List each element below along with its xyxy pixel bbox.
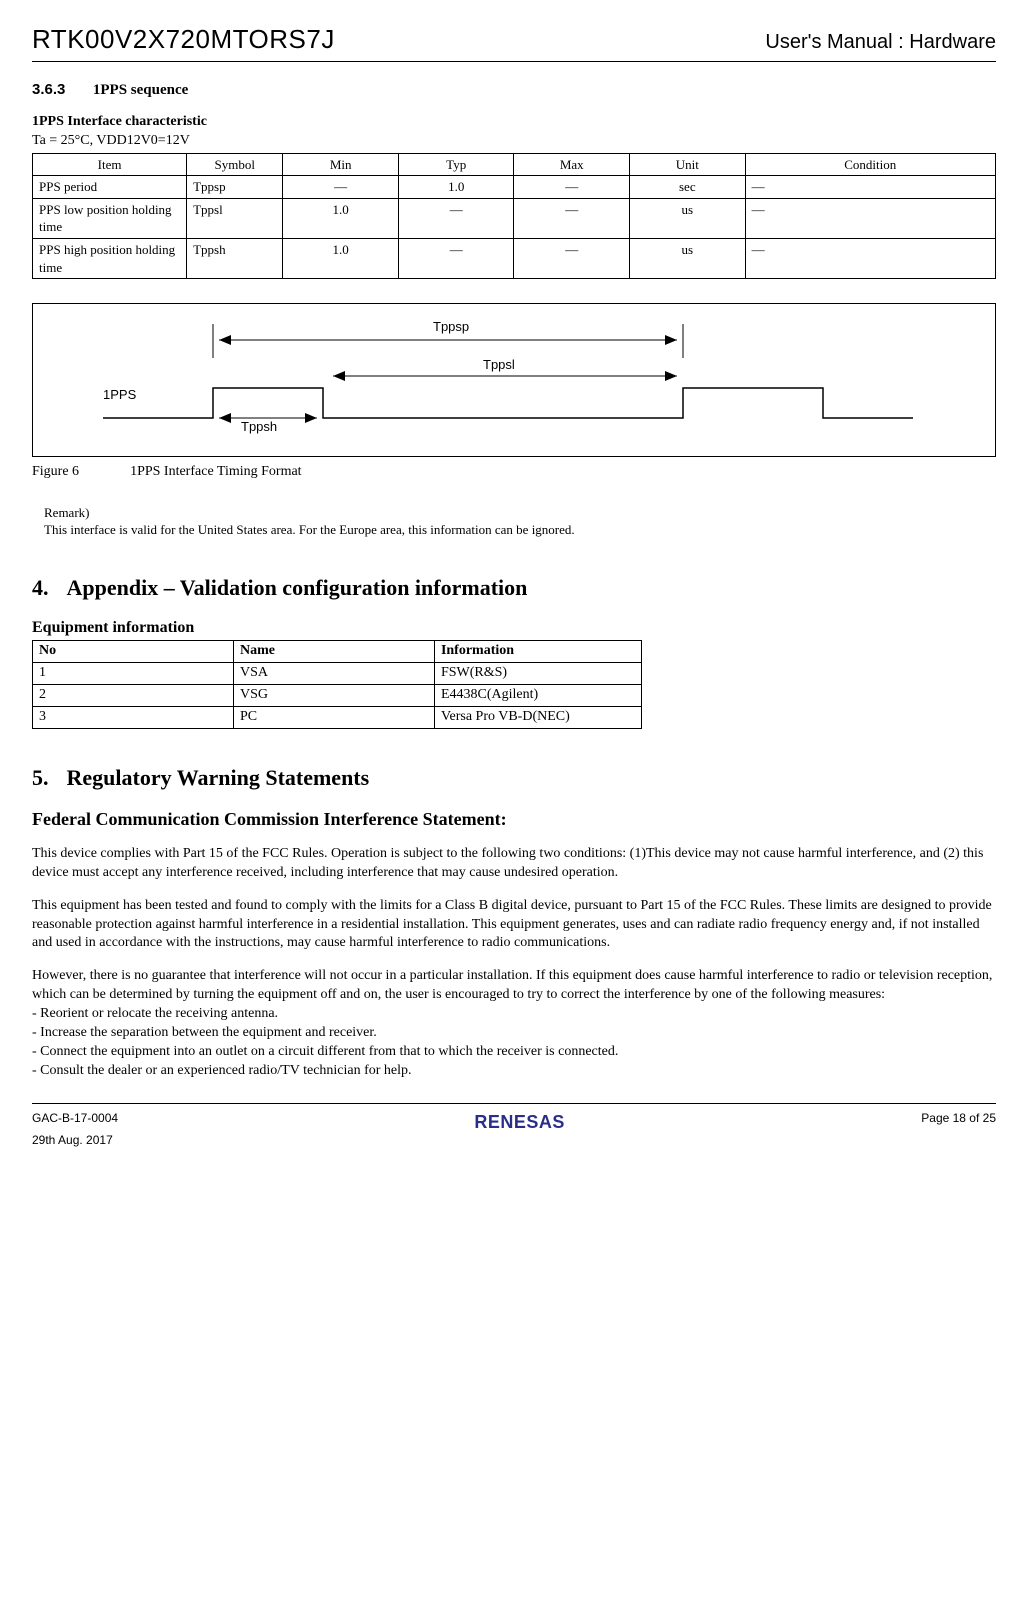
cell-unit: us	[630, 198, 746, 238]
table-row: 1 VSA FSW(R&S)	[33, 663, 642, 685]
measure-3: - Connect the equipment into an outlet o…	[32, 1043, 996, 1062]
footer-docnum: GAC-B-17-0004	[32, 1110, 118, 1126]
tppsl-label: Tppsl	[483, 356, 515, 374]
remark-text: This interface is valid for the United S…	[44, 521, 996, 539]
cell-min: —	[283, 176, 399, 199]
table-header-row: No Name Information	[33, 641, 642, 663]
cell-cond: —	[745, 238, 995, 278]
tppsh-label: Tppsh	[241, 418, 277, 436]
remark-label: Remark)	[44, 504, 996, 522]
table-row: PPS high position holding time Tppsh 1.0…	[33, 238, 996, 278]
fcc-paragraph-1: This device complies with Part 15 of the…	[32, 845, 996, 883]
cell-name: PC	[233, 706, 434, 728]
timing-svg	[43, 318, 983, 438]
cell-info: FSW(R&S)	[434, 663, 641, 685]
cell-info: E4438C(Agilent)	[434, 685, 641, 707]
section-title: Appendix – Validation configuration info…	[67, 575, 528, 600]
footer-right: Page 18 of 25	[921, 1110, 996, 1126]
cell-item: PPS period	[33, 176, 187, 199]
cell-no: 2	[33, 685, 234, 707]
table-row: PPS low position holding time Tppsl 1.0 …	[33, 198, 996, 238]
fcc-heading: Federal Communication Commission Interfe…	[32, 807, 996, 831]
figure-text: 1PPS Interface Timing Format	[130, 464, 302, 479]
cell-symbol: Tppsh	[187, 238, 283, 278]
cell-max: —	[514, 198, 630, 238]
page-footer: GAC-B-17-0004 29th Aug. 2017 RENESAS Pag…	[32, 1103, 996, 1148]
fcc-paragraph-2: This equipment has been tested and found…	[32, 897, 996, 954]
measure-1: - Reorient or relocate the receiving ant…	[32, 1005, 996, 1024]
th-item: Item	[33, 153, 187, 176]
equipment-table: No Name Information 1 VSA FSW(R&S) 2 VSG…	[32, 640, 642, 729]
th-info: Information	[434, 641, 641, 663]
section-4-heading: 4. Appendix – Validation configuration in…	[32, 573, 996, 603]
measure-4: - Consult the dealer or an experienced r…	[32, 1062, 996, 1081]
table-row: PPS period Tppsp — 1.0 — sec —	[33, 176, 996, 199]
renesas-logo: RENESAS	[474, 1112, 565, 1132]
section-title: Regulatory Warning Statements	[67, 765, 370, 790]
th-no: No	[33, 641, 234, 663]
cell-cond: —	[745, 198, 995, 238]
cell-min: 1.0	[283, 198, 399, 238]
cell-name: VSG	[233, 685, 434, 707]
th-name: Name	[233, 641, 434, 663]
cell-info: Versa Pro VB-D(NEC)	[434, 706, 641, 728]
cell-min: 1.0	[283, 238, 399, 278]
th-symbol: Symbol	[187, 153, 283, 176]
section-number: 3.6.3	[32, 81, 65, 98]
cell-no: 3	[33, 706, 234, 728]
cell-unit: us	[630, 238, 746, 278]
cell-name: VSA	[233, 663, 434, 685]
table-row: 2 VSG E4438C(Agilent)	[33, 685, 642, 707]
remark-block: Remark) This interface is valid for the …	[44, 504, 996, 539]
fcc-paragraph-3: However, there is no guarantee that inte…	[32, 967, 996, 1005]
tppsp-label: Tppsp	[433, 318, 469, 336]
signal-label: 1PPS	[103, 386, 136, 404]
table-row: 3 PC Versa Pro VB-D(NEC)	[33, 706, 642, 728]
footer-left: GAC-B-17-0004 29th Aug. 2017	[32, 1110, 118, 1148]
footer-center: RENESAS	[118, 1110, 921, 1134]
pps-conditions: Ta = 25°C, VDD12V0=12V	[32, 132, 996, 151]
section-5-heading: 5. Regulatory Warning Statements	[32, 763, 996, 793]
cell-unit: sec	[630, 176, 746, 199]
section-number: 5.	[32, 765, 49, 790]
figure-number: Figure 6	[32, 464, 79, 479]
cell-item: PPS high position holding time	[33, 238, 187, 278]
th-unit: Unit	[630, 153, 746, 176]
cell-max: —	[514, 238, 630, 278]
th-typ: Typ	[398, 153, 514, 176]
figure-caption: Figure 6 1PPS Interface Timing Format	[32, 463, 996, 482]
page-header: RTK00V2X720MTORS7J User's Manual : Hardw…	[32, 22, 996, 62]
page-number: Page 18 of 25	[921, 1111, 996, 1125]
table-header-row: Item Symbol Min Typ Max Unit Condition	[33, 153, 996, 176]
cell-typ: 1.0	[398, 176, 514, 199]
cell-symbol: Tppsl	[187, 198, 283, 238]
cell-typ: —	[398, 198, 514, 238]
pps-characteristic-title: 1PPS Interface characteristic	[32, 113, 996, 132]
doc-title: User's Manual : Hardware	[765, 29, 996, 56]
cell-typ: —	[398, 238, 514, 278]
cell-cond: —	[745, 176, 995, 199]
timing-diagram: 1PPS Tppsp Tppsl Tppsh	[43, 318, 985, 438]
equipment-title: Equipment information	[32, 617, 996, 639]
footer-date: 29th Aug. 2017	[32, 1132, 118, 1148]
cell-max: —	[514, 176, 630, 199]
th-min: Min	[283, 153, 399, 176]
section-title: 1PPS sequence	[93, 82, 188, 98]
th-max: Max	[514, 153, 630, 176]
section-number: 4.	[32, 575, 49, 600]
cell-item: PPS low position holding time	[33, 198, 187, 238]
th-condition: Condition	[745, 153, 995, 176]
cell-no: 1	[33, 663, 234, 685]
cell-symbol: Tppsp	[187, 176, 283, 199]
pps-characteristics-table: Item Symbol Min Typ Max Unit Condition P…	[32, 153, 996, 279]
section-363-heading: 3.6.3 1PPS sequence	[32, 80, 996, 101]
measure-2: - Increase the separation between the eq…	[32, 1024, 996, 1043]
timing-diagram-box: 1PPS Tppsp Tppsl Tppsh	[32, 303, 996, 457]
product-code: RTK00V2X720MTORS7J	[32, 22, 335, 57]
